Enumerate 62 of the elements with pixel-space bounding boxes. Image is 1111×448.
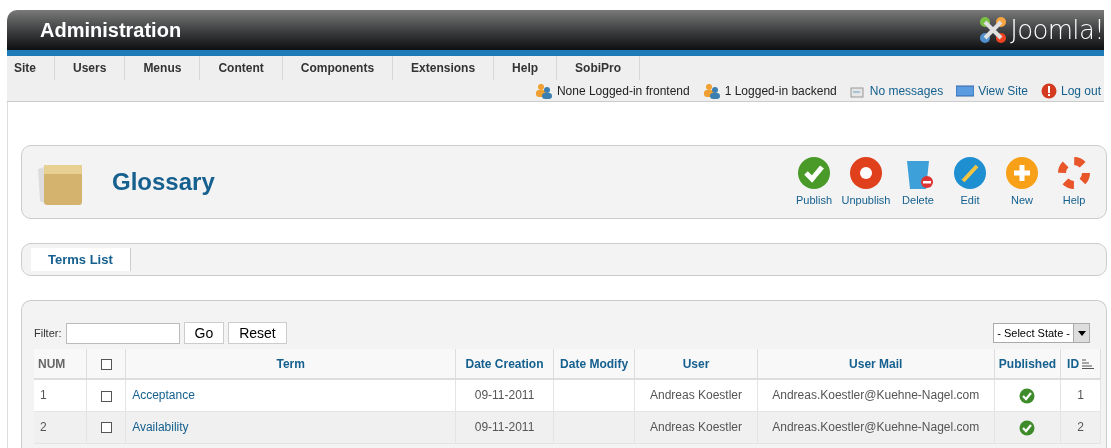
page-title: Glossary bbox=[112, 167, 215, 197]
stop-icon bbox=[849, 155, 883, 190]
toolbar-button[interactable]: Edit bbox=[944, 155, 996, 209]
state-select[interactable]: - Select State - bbox=[993, 323, 1090, 343]
checkbox[interactable] bbox=[100, 422, 112, 434]
plus-icon bbox=[1005, 155, 1039, 190]
toolbar-button[interactable]: Delete bbox=[892, 155, 944, 209]
logo-icon bbox=[978, 15, 1009, 45]
column-header[interactable]: Term bbox=[276, 356, 305, 371]
sort-icon[interactable] bbox=[1082, 359, 1095, 370]
reset-button[interactable]: Reset bbox=[228, 322, 287, 344]
filter-field[interactable] bbox=[65, 322, 180, 344]
table-cell: Andreas.Koestler@Kuehne-Nagel.com bbox=[772, 388, 980, 403]
status-link[interactable]: Log out bbox=[1060, 82, 1101, 100]
table-cell: 1 bbox=[1077, 388, 1084, 403]
row-number: 2 bbox=[40, 420, 47, 434]
filter-label: Filter: bbox=[34, 325, 62, 341]
lifebuoy-icon bbox=[1057, 155, 1091, 190]
column-header[interactable]: ID bbox=[1067, 356, 1080, 371]
table-cell: Andreas Koestler bbox=[650, 420, 743, 434]
column-header[interactable]: User bbox=[682, 356, 710, 371]
menu-item[interactable]: Components bbox=[282, 56, 394, 80]
published-check-icon[interactable] bbox=[1019, 419, 1036, 436]
checkbox[interactable] bbox=[100, 390, 112, 402]
column-header: NUM bbox=[38, 356, 66, 371]
status-text: None Logged-in frontend bbox=[556, 83, 690, 100]
row-number: 1 bbox=[40, 388, 47, 403]
menu-item[interactable]: Help bbox=[494, 56, 558, 80]
status-link[interactable]: No messages bbox=[869, 82, 944, 100]
users-icon bbox=[534, 83, 553, 99]
users-icon bbox=[702, 83, 721, 99]
menu-item[interactable]: SobiPro bbox=[557, 56, 641, 80]
table-cell: 2 bbox=[1077, 420, 1084, 434]
logout-icon bbox=[1040, 83, 1057, 99]
toolbar-button[interactable]: New bbox=[996, 155, 1048, 209]
check-icon bbox=[797, 155, 831, 190]
column-header[interactable]: User Mail bbox=[849, 356, 903, 371]
go-button[interactable]: Go bbox=[183, 322, 225, 344]
tab[interactable]: Terms List bbox=[31, 248, 131, 271]
table-cell: 09-11-2011 bbox=[474, 388, 535, 403]
term-link[interactable]: Availability bbox=[132, 420, 189, 434]
menu-item[interactable]: Site bbox=[7, 56, 55, 80]
logo-text: Joomla! bbox=[1010, 13, 1104, 47]
pencil-icon bbox=[953, 155, 987, 190]
toolbar-button[interactable]: Unpublish bbox=[840, 155, 892, 209]
table-cell: 09-11-2011 bbox=[474, 420, 535, 434]
menu-item[interactable]: Menus bbox=[125, 56, 201, 80]
header-title: Administration bbox=[40, 18, 182, 43]
term-link[interactable]: Acceptance bbox=[132, 388, 195, 403]
status-link[interactable]: View Site bbox=[978, 82, 1028, 100]
monitor-icon bbox=[956, 85, 975, 97]
status-text: 1 Logged-in backend bbox=[724, 83, 837, 100]
menu-item[interactable]: Content bbox=[200, 56, 283, 80]
published-check-icon[interactable] bbox=[1019, 388, 1036, 405]
envelope-icon bbox=[849, 84, 866, 98]
menu-item[interactable]: Users bbox=[55, 56, 126, 80]
toolbar-button[interactable]: Publish bbox=[788, 155, 840, 209]
toolbar-button[interactable]: Help bbox=[1048, 155, 1100, 209]
menu-item[interactable]: Extensions bbox=[393, 56, 495, 80]
table-cell: Andreas.Koestler@Kuehne-Nagel.com bbox=[772, 420, 980, 434]
checkbox[interactable] bbox=[100, 358, 112, 370]
table-cell: Andreas Koestler bbox=[650, 388, 743, 403]
